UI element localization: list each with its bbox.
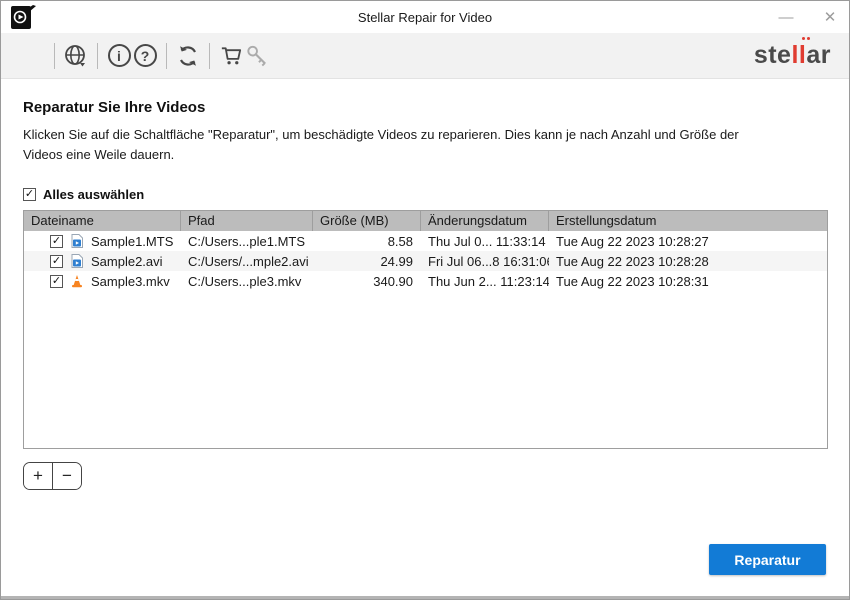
file-modified-date: Thu Jul 0... 11:33:14	[421, 234, 549, 249]
toolbar-divider	[166, 43, 167, 69]
row-checkbox[interactable]	[50, 275, 63, 288]
toolbar-divider	[54, 43, 55, 69]
table-empty-area	[24, 291, 827, 448]
window-title: Stellar Repair for Video	[1, 10, 849, 25]
file-size: 8.58	[313, 234, 421, 249]
app-logo-icon	[9, 4, 39, 31]
column-header-path[interactable]: Pfad	[181, 211, 313, 231]
table-row[interactable]: Sample2.avi C:/Users/...mple2.avi 24.99 …	[24, 251, 827, 271]
page-title: Reparatur Sie Ihre Videos	[23, 99, 827, 116]
column-header-modified[interactable]: Änderungsdatum	[421, 211, 549, 231]
file-name: Sample3.mkv	[91, 274, 170, 289]
table-row[interactable]: Sample3.mkv C:/Users...ple3.mkv 340.90 T…	[24, 271, 827, 291]
add-remove-file-control: + −	[23, 462, 82, 490]
repair-button[interactable]: Reparatur	[709, 544, 826, 575]
file-path: C:/Users/...mple2.avi	[181, 254, 313, 269]
select-all-label: Alles auswählen	[43, 187, 144, 202]
file-name: Sample2.avi	[91, 254, 163, 269]
key-icon[interactable]	[244, 43, 270, 69]
row-checkbox[interactable]	[50, 235, 63, 248]
file-size: 340.90	[313, 274, 421, 289]
add-file-button[interactable]: +	[24, 463, 53, 489]
menu-icon[interactable]	[21, 43, 46, 69]
minimize-button[interactable]: —	[775, 6, 797, 28]
toolbar-divider	[209, 43, 210, 69]
column-header-filename[interactable]: Dateiname	[24, 211, 181, 231]
file-modified-date: Thu Jun 2... 11:23:14	[421, 274, 549, 289]
file-created-date: Tue Aug 22 2023 10:28:28	[549, 254, 827, 269]
video-file-icon	[70, 254, 84, 268]
window-bottom-edge	[1, 596, 849, 599]
file-path: C:/Users...ple1.MTS	[181, 234, 313, 249]
page-description: Klicken Sie auf die Schaltfläche "Repara…	[23, 125, 765, 165]
file-modified-date: Fri Jul 06...8 16:31:06	[421, 254, 549, 269]
close-button[interactable]: ✕	[819, 6, 841, 28]
column-header-size[interactable]: Größe (MB)	[313, 211, 421, 231]
globe-icon[interactable]	[63, 43, 89, 69]
table-row[interactable]: Sample1.MTS C:/Users...ple1.MTS 8.58 Thu…	[24, 231, 827, 251]
select-all-checkbox[interactable]	[23, 188, 36, 201]
video-file-icon	[70, 234, 84, 248]
file-created-date: Tue Aug 22 2023 10:28:27	[549, 234, 827, 249]
file-size: 24.99	[313, 254, 421, 269]
vlc-file-icon	[70, 274, 84, 288]
cart-icon[interactable]	[218, 43, 244, 69]
toolbar-divider	[97, 43, 98, 69]
file-path: C:/Users...ple3.mkv	[181, 274, 313, 289]
select-all-control[interactable]: Alles auswählen	[23, 187, 827, 202]
file-table: Dateiname Pfad Größe (MB) Änderungsdatum…	[23, 210, 828, 449]
app-window: Stellar Repair for Video — ✕ i ?	[0, 0, 850, 600]
file-created-date: Tue Aug 22 2023 10:28:31	[549, 274, 827, 289]
remove-file-button[interactable]: −	[53, 463, 81, 489]
stellar-brand-logo: stellar	[754, 41, 831, 70]
main-toolbar: i ?	[1, 33, 849, 79]
title-bar: Stellar Repair for Video — ✕	[1, 1, 849, 33]
main-content: Reparatur Sie Ihre Videos Klicken Sie au…	[1, 79, 849, 490]
row-checkbox[interactable]	[50, 255, 63, 268]
file-name: Sample1.MTS	[91, 234, 173, 249]
info-icon[interactable]: i	[106, 43, 132, 69]
table-header: Dateiname Pfad Größe (MB) Änderungsdatum…	[24, 211, 827, 231]
refresh-icon[interactable]	[175, 43, 201, 69]
column-header-created[interactable]: Erstellungsdatum	[549, 211, 827, 231]
help-icon[interactable]: ?	[132, 43, 158, 69]
